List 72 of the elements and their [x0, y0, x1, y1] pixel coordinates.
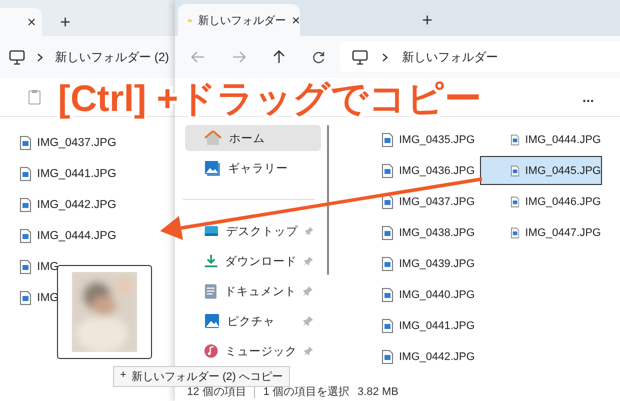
image-file-icon	[511, 164, 520, 178]
monitor-icon	[9, 50, 25, 64]
file-name[interactable]: IMG_0444.JPG	[37, 230, 116, 242]
sidebar-item[interactable]: ミュージック	[185, 338, 321, 364]
file-item[interactable]: IMG_0446.JPG	[480, 187, 602, 216]
file-item[interactable]: IMG_0445.JPG	[480, 156, 602, 185]
image-file-icon	[382, 256, 393, 270]
file-name[interactable]: IMG_0442.JPG	[37, 198, 116, 210]
desktop-icon	[204, 224, 219, 238]
sidebar-item[interactable]: デスクトップ	[185, 218, 321, 244]
image-file-icon	[382, 164, 393, 178]
file-item[interactable]: IMG_0440.JPG	[375, 280, 480, 309]
breadcrumb-item[interactable]: 新しいフォルダー	[402, 48, 498, 66]
image-file-icon	[20, 136, 31, 150]
sidebar-item[interactable]: ドキュメント	[185, 278, 321, 304]
image-file-icon	[20, 228, 31, 242]
plus-icon: +	[120, 369, 126, 384]
image-file-icon	[382, 194, 393, 208]
file-name[interactable]: IMG_0441.JPG	[37, 168, 116, 180]
gallery-icon	[204, 160, 221, 176]
chevron-icon	[382, 52, 388, 62]
image-file-icon	[20, 198, 31, 212]
sidebar-item[interactable]: ホーム	[185, 125, 321, 151]
chevron-icon	[37, 52, 43, 62]
image-file-icon	[20, 290, 31, 304]
monitor-icon	[352, 50, 368, 64]
folder-tab[interactable]: 新しいフォルダー ×	[178, 4, 300, 36]
image-file-icon	[382, 318, 393, 332]
file-item[interactable]: IMG_0435.JPG	[375, 125, 480, 154]
image-file-icon	[20, 166, 31, 180]
image-file-icon	[382, 288, 393, 302]
file-item[interactable]: IMG_0442.JPG	[375, 342, 480, 371]
item-count: 12 個の項目	[187, 385, 246, 399]
image-file-icon	[382, 226, 393, 240]
tab-title: 新しいフォルダー	[198, 14, 286, 28]
file-item[interactable]: IMG_0447.JPG	[480, 218, 602, 247]
tab-close-button[interactable]: ×	[292, 12, 300, 28]
annotation-title: [Ctrl] +ドラッグでコピー	[58, 77, 482, 121]
music-icon	[204, 343, 218, 359]
sidebar-item[interactable]: ギャラリー	[185, 155, 321, 181]
paste-icon[interactable]	[28, 89, 41, 105]
back-icon[interactable]	[191, 51, 205, 63]
file-name[interactable]: IMG	[37, 260, 59, 272]
image-file-icon	[382, 132, 393, 146]
address-bar[interactable]: 新しいフォルダー	[340, 42, 620, 72]
download-icon	[204, 253, 218, 269]
image-file-icon	[511, 194, 520, 208]
new-tab-button[interactable]: +	[422, 4, 433, 36]
image-file-icon	[20, 260, 31, 274]
sidebar-item[interactable]: ピクチャ	[185, 308, 321, 334]
file-item[interactable]: IMG_0444.JPG	[480, 125, 602, 154]
file-item[interactable]: IMG_0438.JPG	[375, 218, 480, 247]
refresh-icon[interactable]	[312, 50, 325, 64]
tooltip-text: 新しいフォルダー (2) へコピー	[131, 370, 283, 384]
selection-size: 3.82 MB	[357, 386, 398, 398]
image-file-icon	[382, 350, 393, 364]
file-item[interactable]: IMG_0441.JPG	[375, 311, 480, 340]
pictures-icon	[204, 313, 220, 329]
new-tab-button[interactable]: +	[54, 8, 71, 36]
image-file-icon	[511, 226, 520, 240]
document-icon	[204, 282, 218, 300]
file-item[interactable]: IMG_0439.JPG	[375, 249, 480, 278]
home-icon	[204, 130, 222, 146]
file-item[interactable]: IMG_0437.JPG	[375, 187, 480, 216]
more-button[interactable]: ...	[582, 89, 594, 105]
file-item[interactable]: IMG_0436.JPG	[375, 156, 480, 185]
image-file-icon	[511, 132, 520, 146]
forward-icon[interactable]	[232, 51, 246, 63]
up-icon[interactable]	[273, 50, 285, 64]
file-name[interactable]: IMG_0437.JPG	[37, 136, 116, 148]
sidebar-item[interactable]: ダウンロード	[185, 248, 321, 274]
selection-count: 1 個の項目を選択	[263, 385, 350, 399]
